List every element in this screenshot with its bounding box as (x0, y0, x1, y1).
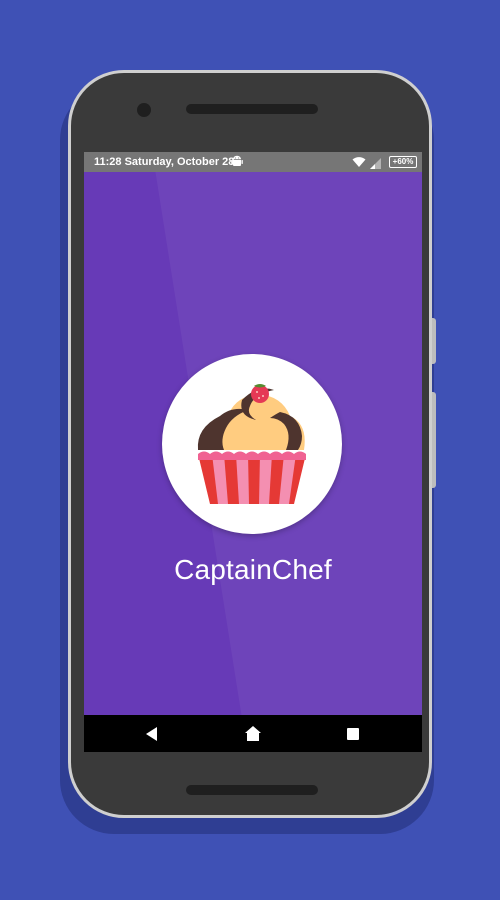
battery-indicator: +60% (389, 156, 417, 168)
status-bar: 11:28 Saturday, October 28 +60% (84, 152, 422, 172)
app-logo (162, 354, 342, 534)
splash-screen: 11:28 Saturday, October 28 +60% CaptainC… (84, 152, 422, 752)
signal-icon (370, 156, 382, 176)
wifi-icon (352, 155, 366, 175)
navigation-bar (84, 715, 422, 752)
back-icon[interactable] (142, 724, 162, 744)
phone-frame: 11:28 Saturday, October 28 +60% CaptainC… (68, 70, 432, 818)
front-camera (137, 103, 151, 117)
recents-icon[interactable] (343, 724, 363, 744)
bottom-speaker (186, 785, 318, 795)
cupcake-logo-icon (197, 384, 306, 504)
earpiece-speaker (186, 104, 318, 114)
home-icon[interactable] (243, 724, 263, 744)
status-time-date: 11:28 Saturday, October 28 (94, 156, 235, 168)
app-name-label: CaptainChef (174, 554, 332, 585)
device-mockup-stage: 11:28 Saturday, October 28 +60% CaptainC… (0, 0, 500, 900)
android-icon (231, 155, 243, 175)
